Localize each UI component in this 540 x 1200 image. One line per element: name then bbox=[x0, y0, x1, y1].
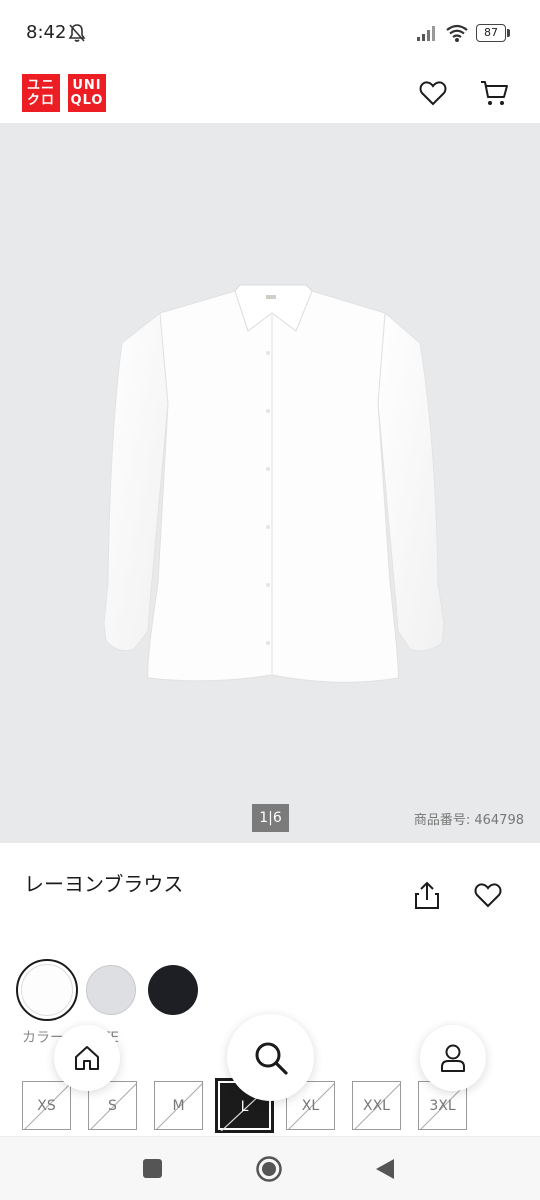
app-header: ユニ クロ UNI QLO bbox=[0, 66, 540, 123]
wifi-icon bbox=[446, 24, 468, 42]
recents-icon[interactable] bbox=[143, 1159, 162, 1178]
search-icon bbox=[255, 1042, 288, 1075]
image-counter: 1|6 bbox=[252, 804, 289, 832]
battery-level: 87 bbox=[476, 24, 506, 42]
product-image-gallery[interactable]: 1|6 商品番号: 464798 bbox=[0, 123, 540, 843]
shirt-image bbox=[103, 284, 445, 683]
signal-icon bbox=[417, 26, 435, 41]
search-button[interactable] bbox=[227, 1014, 314, 1101]
home-button[interactable] bbox=[54, 1025, 120, 1091]
color-swatch-white[interactable] bbox=[16, 959, 78, 1021]
status-time: 8:42 bbox=[26, 22, 67, 43]
back-icon[interactable] bbox=[374, 1157, 396, 1181]
heart-icon[interactable] bbox=[419, 80, 447, 106]
status-bar: 8:42 87 bbox=[0, 0, 540, 66]
home-icon bbox=[75, 1046, 99, 1070]
account-button[interactable] bbox=[420, 1025, 486, 1091]
home-circle-icon[interactable] bbox=[255, 1155, 283, 1183]
size-label: XXL bbox=[363, 1098, 390, 1114]
favorite-heart-icon[interactable] bbox=[474, 882, 502, 908]
uniqlo-logo[interactable]: ユニ クロ UNI QLO bbox=[22, 74, 106, 112]
size-option-xxl[interactable]: XXL bbox=[352, 1081, 401, 1130]
share-icon[interactable] bbox=[414, 880, 440, 910]
size-option-xs[interactable]: XS bbox=[22, 1081, 71, 1130]
color-swatch-gray[interactable] bbox=[86, 965, 136, 1015]
logo-katakana: ユニ クロ bbox=[22, 74, 60, 112]
account-icon bbox=[441, 1044, 465, 1072]
color-swatch-black[interactable] bbox=[148, 965, 198, 1015]
system-nav-bar bbox=[0, 1136, 540, 1200]
product-title: レーヨンブラウス bbox=[24, 872, 184, 896]
bell-off-icon bbox=[68, 24, 86, 42]
logo-latin: UNI QLO bbox=[68, 74, 106, 112]
size-label: XS bbox=[37, 1098, 56, 1114]
product-number: 商品番号: 464798 bbox=[413, 813, 524, 828]
battery-icon: 87 bbox=[476, 24, 510, 42]
size-option-m[interactable]: M bbox=[154, 1081, 203, 1130]
cart-icon[interactable] bbox=[479, 79, 509, 107]
size-label: M bbox=[172, 1098, 185, 1114]
